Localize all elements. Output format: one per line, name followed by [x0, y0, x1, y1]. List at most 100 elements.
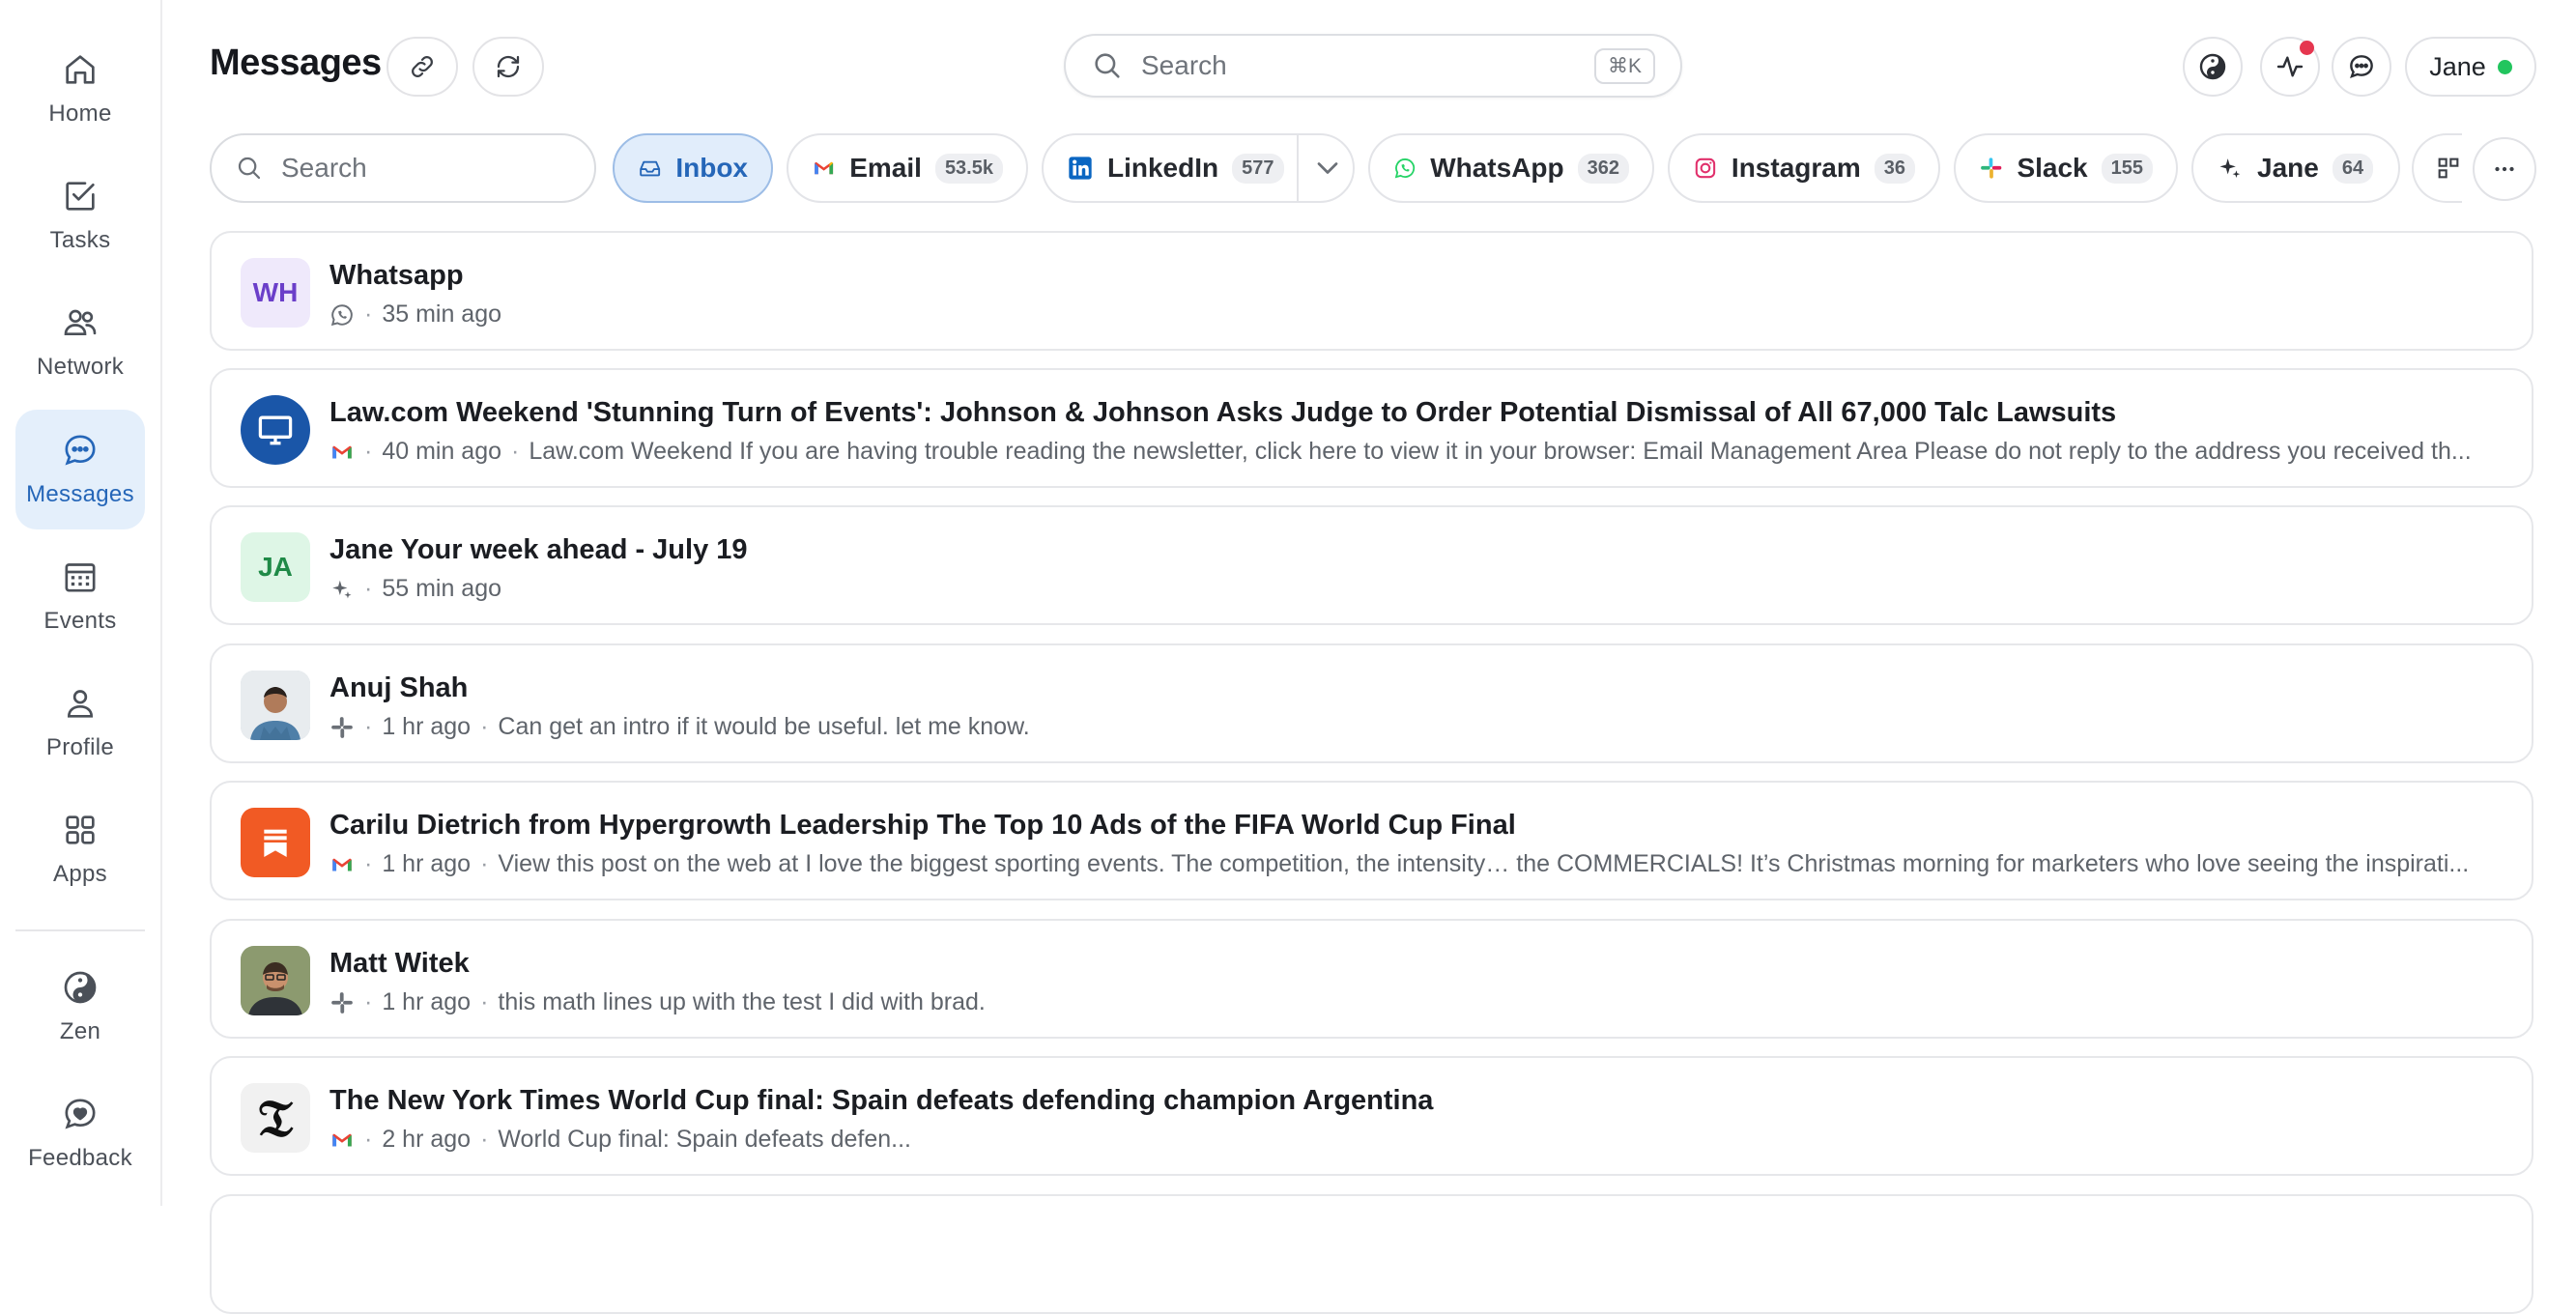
- activity-button[interactable]: [2260, 37, 2320, 97]
- heart-chat-icon: [65, 1099, 96, 1129]
- sidebar-item-label: Tasks: [49, 227, 111, 253]
- sidebar-item-zen[interactable]: Zen: [15, 947, 145, 1067]
- message-snippet: Law.com Weekend If you are having troubl…: [529, 438, 2472, 465]
- message-meta: · 1 hr ago · Can get an intro if it woul…: [329, 713, 2503, 741]
- chip-label: Slack: [2017, 153, 2088, 183]
- refresh-icon: [497, 55, 520, 78]
- global-search-input[interactable]: Search ⌘K: [1064, 34, 1682, 98]
- message-title: Matt Witek: [329, 948, 470, 979]
- page-title: Messages: [210, 43, 382, 83]
- sidebar-item-events[interactable]: Events: [15, 536, 145, 656]
- whatsapp-icon: [1394, 158, 1416, 179]
- avatar: [241, 395, 310, 465]
- message-meta: · 35 min ago: [329, 300, 2503, 328]
- message-time: 40 min ago: [382, 438, 502, 465]
- tab-overflow[interactable]: [2412, 133, 2462, 203]
- message-time: 1 hr ago: [382, 850, 472, 877]
- sparkle-icon: [332, 580, 352, 598]
- refresh-button[interactable]: [472, 37, 544, 97]
- search-icon: [238, 157, 261, 180]
- tab-whatsapp[interactable]: WhatsApp 362: [1368, 133, 1654, 203]
- search-placeholder: Search: [1141, 50, 1227, 80]
- sidebar-item-feedback[interactable]: Feedback: [15, 1073, 145, 1193]
- sidebar-item-tasks[interactable]: Tasks: [15, 156, 145, 275]
- tab-email[interactable]: Email 53.5k: [787, 133, 1028, 203]
- search-shortcut: ⌘K: [1593, 47, 1655, 84]
- message-meta: · 1 hr ago · this math lines up with the…: [329, 988, 2503, 1016]
- tab-jane[interactable]: Jane 64: [2191, 133, 2400, 203]
- message-snippet: View this post on the web at I love the …: [498, 850, 2470, 877]
- sidebar-item-apps[interactable]: Apps: [15, 789, 145, 909]
- chat-button[interactable]: [2332, 37, 2391, 97]
- user-menu-button[interactable]: Jane: [2405, 37, 2536, 97]
- gmail-icon: [332, 858, 352, 871]
- search-placeholder: Search: [281, 153, 367, 183]
- message-meta: · 2 hr ago · World Cup final: Spain defe…: [329, 1126, 2503, 1154]
- chip-label: Inbox: [675, 153, 748, 183]
- message-time: 1 hr ago: [382, 713, 472, 740]
- online-status-dot: [2497, 59, 2512, 74]
- sidebar-item-label: Profile: [45, 734, 115, 760]
- copy-link-button[interactable]: [386, 37, 458, 97]
- chip-count: 36: [1874, 153, 1915, 184]
- sidebar-item-label: Zen: [59, 1018, 101, 1044]
- zen-mode-button[interactable]: [2183, 37, 2243, 97]
- chip-count: 64: [2332, 153, 2374, 184]
- instagram-icon: [1695, 157, 1716, 179]
- more-options-button[interactable]: [2473, 137, 2536, 201]
- linkedin-icon: [1069, 157, 1092, 180]
- activity-icon: [2276, 56, 2304, 77]
- sidebar-item-label: Apps: [53, 861, 107, 887]
- tab-inbox[interactable]: Inbox: [613, 133, 773, 203]
- sidebar-item-label: Events: [43, 608, 117, 634]
- gmail-icon: [332, 1133, 352, 1146]
- message-title: Law.com Weekend 'Stunning Turn of Events…: [329, 397, 2117, 428]
- people-icon: [64, 309, 97, 335]
- avatar: 𝔗: [241, 1083, 310, 1153]
- chip-divider: [1297, 135, 1299, 201]
- avatar: [241, 671, 310, 740]
- sidebar-item-profile[interactable]: Profile: [15, 663, 145, 783]
- message-row[interactable]: Matt Witek · 1 hr ago · this math lines …: [210, 919, 2533, 1039]
- message-time: 1 hr ago: [382, 988, 472, 1015]
- message-meta: · 40 min ago · Law.com Weekend If you ar…: [329, 438, 2503, 466]
- checkbox-icon: [66, 182, 95, 211]
- message-search-input[interactable]: Search: [210, 133, 596, 203]
- message-row[interactable]: 𝔗 The New York Times World Cup final: Sp…: [210, 1056, 2533, 1176]
- message-title: Carilu Dietrich from Hypergrowth Leaders…: [329, 810, 1516, 841]
- message-row[interactable]: Law.com Weekend 'Stunning Turn of Events…: [210, 368, 2533, 488]
- sidebar-item-messages[interactable]: Messages: [15, 410, 145, 529]
- calendar-icon: [65, 563, 96, 592]
- message-row[interactable]: JA Jane Your week ahead - July 19 · 55 m…: [210, 505, 2533, 625]
- slack-icon: [331, 991, 353, 1014]
- whatsapp-icon: [330, 303, 353, 326]
- tab-slack[interactable]: Slack 155: [1954, 133, 2178, 203]
- avatar: [241, 946, 310, 1015]
- chip-count: 53.5k: [934, 153, 1003, 184]
- chip-count: 155: [2101, 153, 2153, 184]
- message-row[interactable]: WH Whatsapp · 35 min ago: [210, 231, 2533, 351]
- message-row[interactable]: Carilu Dietrich from Hypergrowth Leaders…: [210, 781, 2533, 900]
- sidebar-item-home[interactable]: Home: [15, 29, 145, 149]
- message-row[interactable]: [210, 1194, 2533, 1314]
- tab-instagram[interactable]: Instagram 36: [1668, 133, 1940, 203]
- tab-linkedin[interactable]: LinkedIn 577: [1042, 133, 1355, 203]
- sidebar-item-label: Home: [48, 100, 112, 127]
- message-meta: · 1 hr ago · View this post on the web a…: [329, 850, 2503, 878]
- chip-label: Email: [849, 153, 922, 183]
- avatar: [241, 808, 310, 877]
- message-meta: · 55 min ago: [329, 575, 2503, 603]
- message-snippet: World Cup final: Spain defeats defen...: [498, 1126, 911, 1153]
- yin-yang-icon: [2199, 53, 2226, 80]
- message-time: 35 min ago: [382, 300, 502, 328]
- person-photo: [241, 671, 310, 740]
- grid-icon: [66, 815, 95, 844]
- message-row[interactable]: Anuj Shah · 1 hr ago · Can get an intro …: [210, 643, 2533, 763]
- chat-icon: [65, 435, 96, 466]
- home-icon: [66, 55, 95, 84]
- chevron-down-icon[interactable]: [1310, 151, 1345, 186]
- substack-icon: [264, 829, 287, 857]
- chip-count: 362: [1577, 153, 1629, 184]
- avatar: JA: [241, 532, 310, 602]
- sidebar-item-network[interactable]: Network: [15, 282, 145, 402]
